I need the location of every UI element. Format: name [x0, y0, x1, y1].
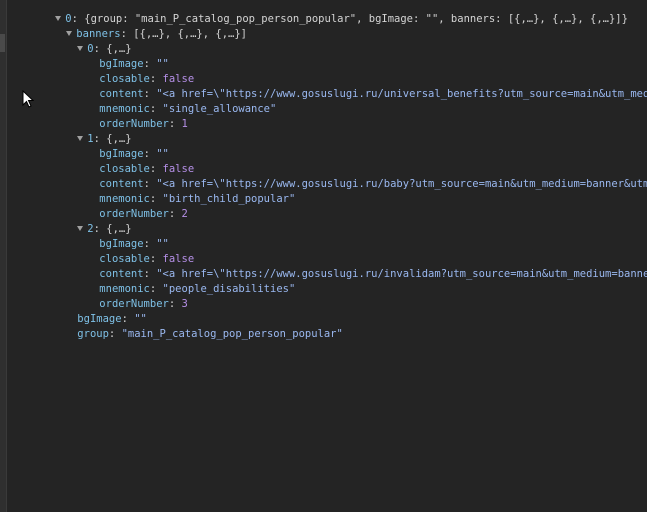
- property-row: bgImage: "": [77, 313, 147, 325]
- property-row: bgImage: "": [99, 148, 169, 160]
- property-row: content: "<a href=\"https://www.gosuslug…: [74, 162, 647, 190]
- root-node-row[interactable]: 0: {group: "main_P_catalog_pop_person_po…: [30, 0, 647, 25]
- mouse-pointer-icon: [22, 90, 34, 108]
- property-row: content: "<a href=\"https://www.gosuslug…: [74, 252, 647, 280]
- banner-item-row[interactable]: 2: {,…}: [52, 207, 647, 235]
- property-row: mnemonic: "people_disabilities": [99, 283, 296, 295]
- property-key: group: [77, 328, 109, 340]
- property-row: orderNumber: 1: [99, 118, 188, 130]
- property-row: bgImage: "": [99, 58, 169, 70]
- property-row: orderNumber: 2: [99, 208, 188, 220]
- property-row: bgImage: "": [99, 238, 169, 250]
- banners-node-row[interactable]: banners: [{,…}, {,…}, {,…}]: [41, 12, 647, 40]
- property-row: closable: false: [99, 253, 195, 265]
- property-value: "main_P_catalog_pop_person_popular": [121, 328, 343, 340]
- property-row: closable: false: [99, 73, 195, 85]
- property-row: closable: false: [99, 163, 195, 175]
- property-row: content: "<a href=\"https://www.gosuslug…: [74, 72, 647, 100]
- banner-item-row[interactable]: 0: {,…}: [52, 27, 647, 55]
- property-row: group: "main_P_catalog_pop_person_popula…: [77, 328, 343, 340]
- property-row: mnemonic: "birth_child_popular": [99, 193, 296, 205]
- property-row: mnemonic: "single_allowance": [99, 103, 277, 115]
- property-row: orderNumber: 3: [99, 298, 188, 310]
- console-object-tree: 0: {group: "main_P_catalog_pop_person_po…: [0, 0, 647, 512]
- banner-item-row[interactable]: 1: {,…}: [52, 117, 647, 145]
